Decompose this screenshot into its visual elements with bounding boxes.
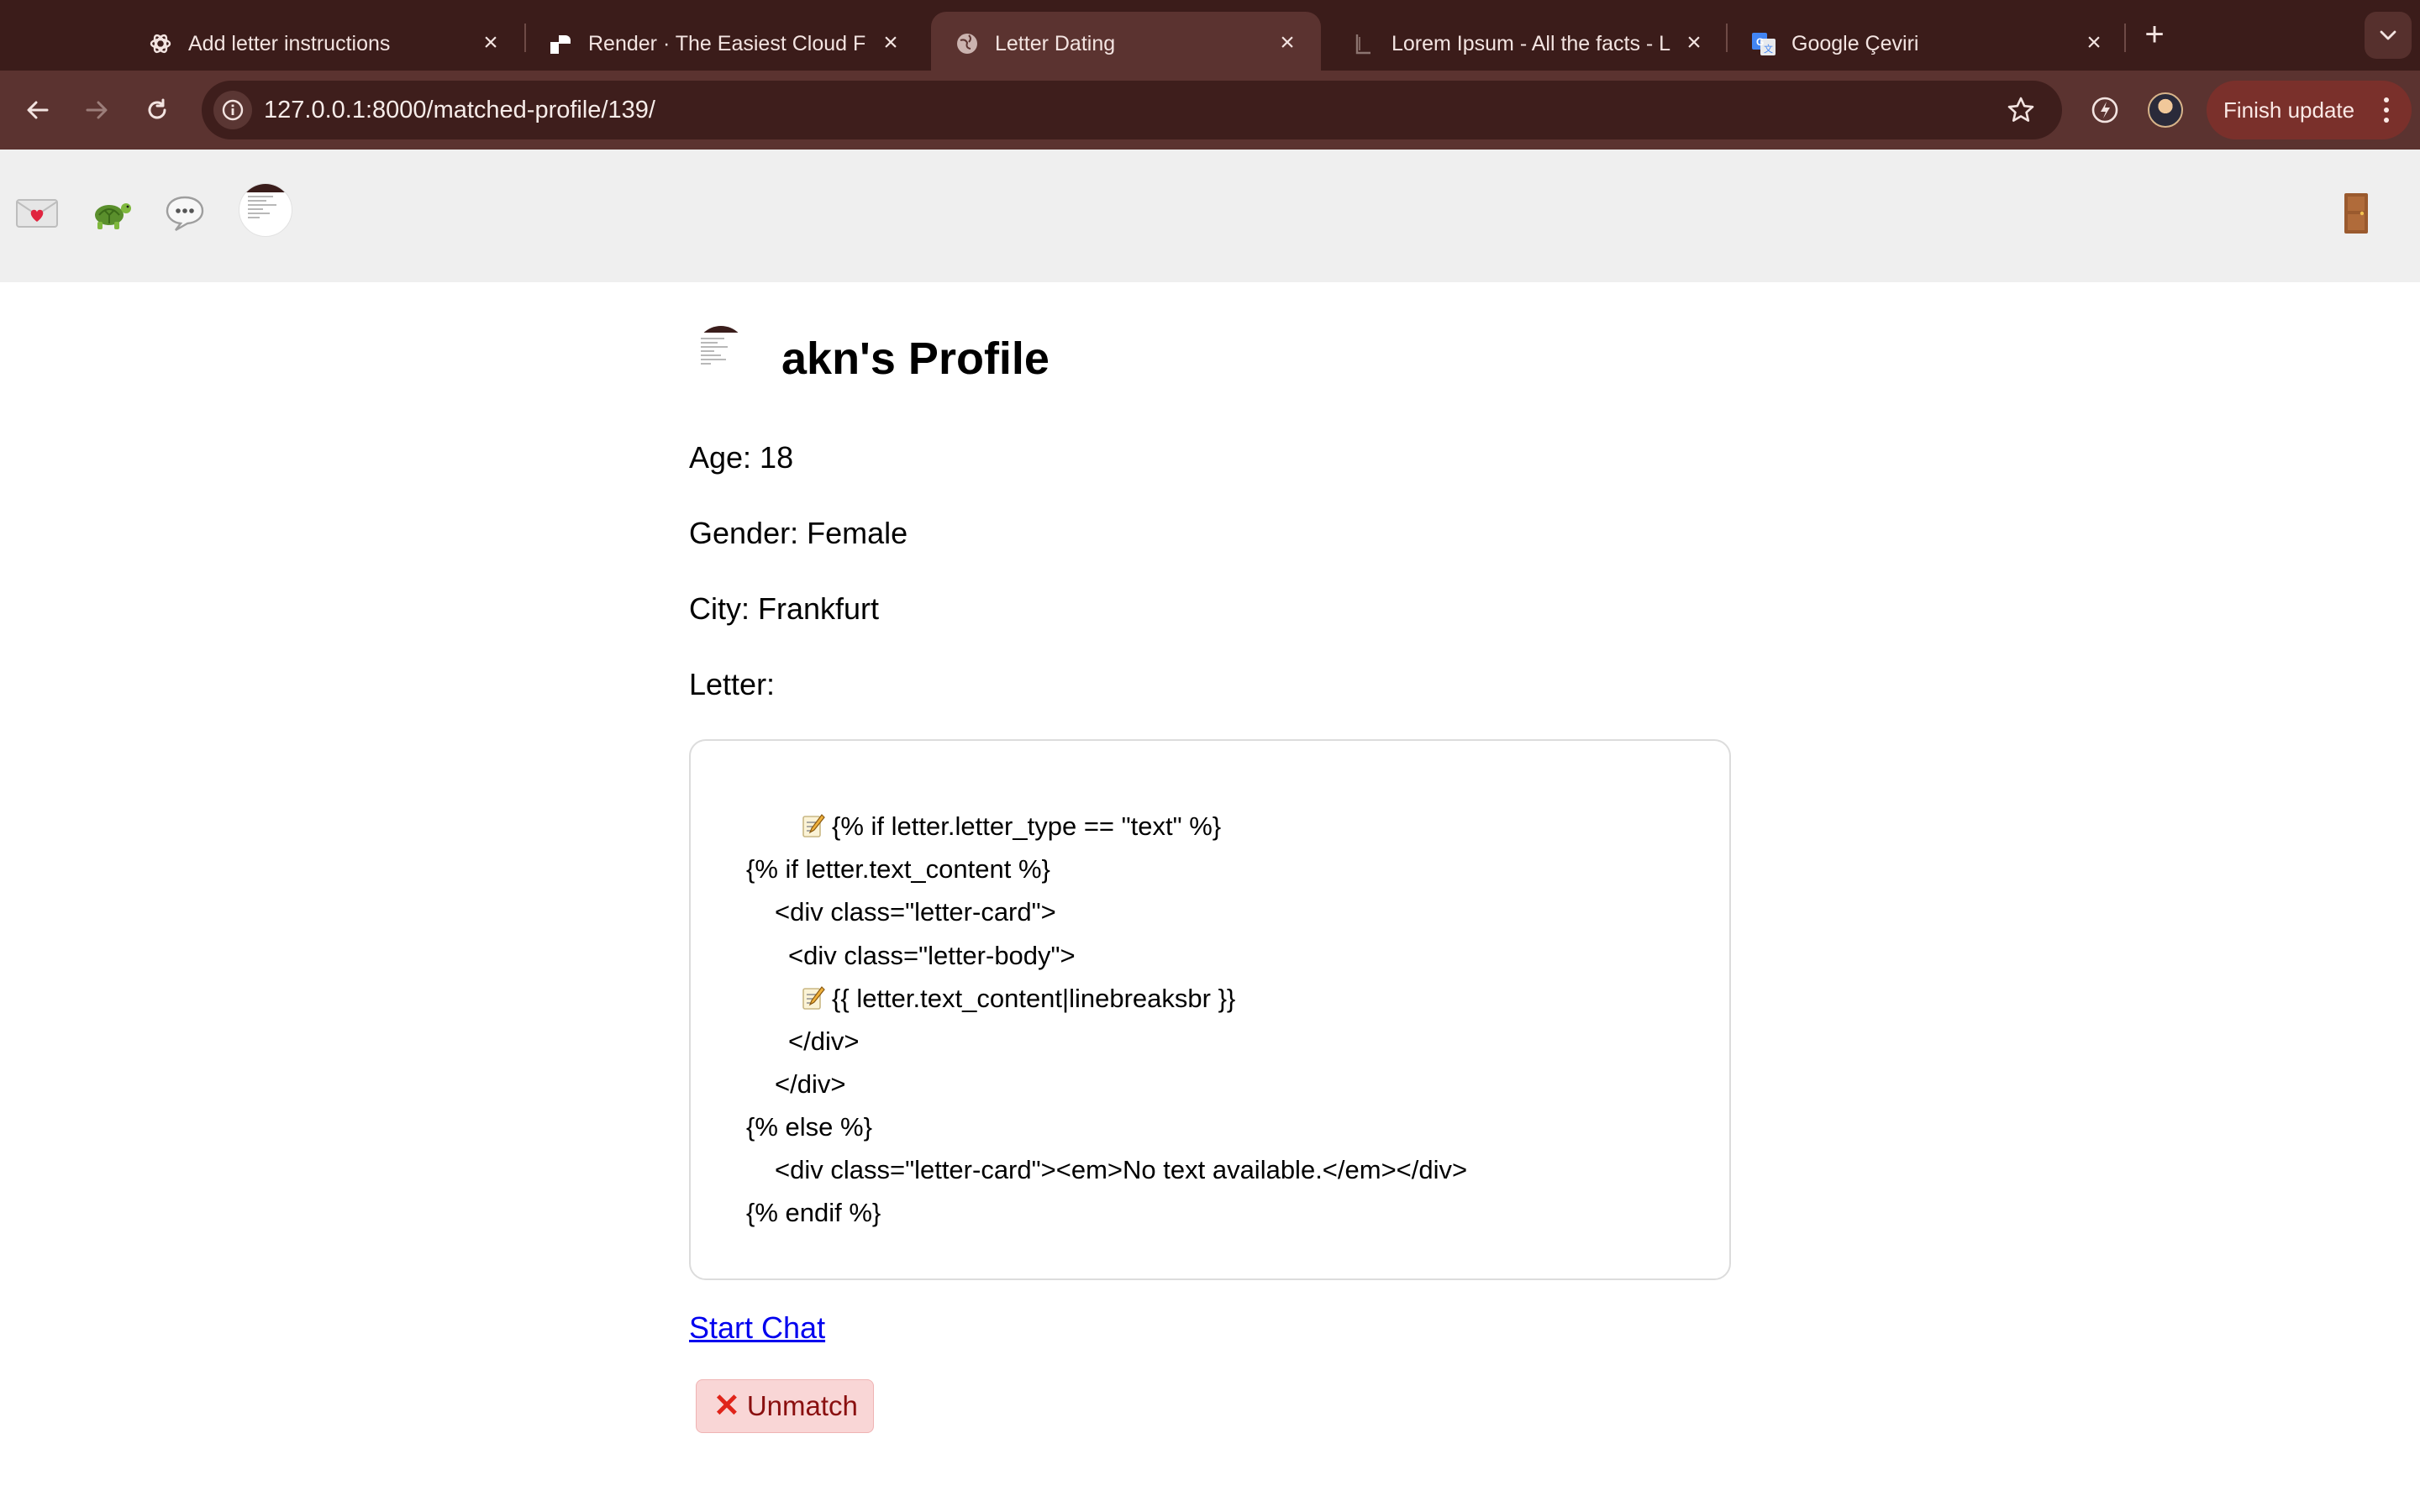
browser-toolbar: 127.0.0.1:8000/matched-profile/139/ Fini… — [0, 71, 2420, 150]
letter-line: <div class="letter-body"> — [788, 941, 1076, 970]
profile-age: Age: 18 — [689, 440, 794, 475]
tab-title: Render · The Easiest Cloud Fo — [588, 32, 865, 55]
letter-line: {{ letter.text_content|linebreaksbr }} — [802, 982, 1235, 1016]
openai-icon — [148, 31, 173, 56]
site-info-icon[interactable] — [213, 91, 252, 129]
tab-lorem-ipsum[interactable]: Lorem Ipsum - All the facts - L × — [1328, 12, 1728, 71]
google-translate-icon: G文 — [1751, 31, 1776, 56]
svg-text:文: 文 — [1764, 43, 1773, 55]
finish-update-button[interactable]: Finish update — [2207, 81, 2412, 139]
reload-icon — [148, 98, 166, 119]
svg-text:G: G — [1756, 36, 1764, 48]
page-title: akn's Profile — [781, 333, 1050, 384]
close-tab-icon[interactable]: × — [1679, 28, 1709, 58]
tab-add-letter-instructions[interactable]: Add letter instructions × — [124, 12, 524, 71]
arrow-left-icon — [27, 101, 49, 119]
performance-icon[interactable] — [2084, 89, 2126, 131]
door-icon[interactable] — [2333, 188, 2380, 239]
profile-header: akn's Profile — [689, 323, 1445, 390]
tab-search-button[interactable] — [2365, 12, 2412, 59]
close-tab-icon[interactable]: × — [476, 28, 506, 58]
globe-icon — [955, 31, 980, 56]
letter-line: </div> — [775, 1069, 846, 1099]
browser-tabstrip: Add letter instructions × Render · The E… — [0, 0, 2420, 71]
address-bar[interactable]: 127.0.0.1:8000/matched-profile/139/ — [202, 81, 2062, 139]
render-icon — [548, 31, 573, 56]
bookmark-star-icon[interactable] — [2005, 94, 2037, 126]
letter-line: <div class="letter-card"> — [775, 897, 1056, 927]
close-tab-icon[interactable]: × — [876, 28, 906, 58]
tab-render[interactable]: Render · The Easiest Cloud Fo × — [524, 12, 924, 71]
letter-line: {% else %} — [746, 1112, 872, 1142]
profile-gender: Gender: Female — [689, 516, 908, 550]
unmatch-label: Unmatch — [746, 1390, 858, 1421]
letter-line: </div> — [788, 1026, 860, 1056]
letter-line: {% endif %} — [746, 1198, 881, 1227]
letter-content-box: {% if letter.letter_type == "text" %} {%… — [689, 739, 1731, 1280]
profile-photo — [696, 326, 746, 386]
profile-avatar-icon[interactable] — [239, 183, 292, 237]
url-text[interactable]: 127.0.0.1:8000/matched-profile/139/ — [264, 96, 655, 124]
speech-bubble-icon[interactable] — [161, 190, 208, 237]
tab-title: Lorem Ipsum - All the facts - L — [1392, 32, 1671, 55]
chevron-down-icon — [2380, 30, 2396, 40]
forward-button[interactable] — [74, 87, 119, 133]
user-avatar — [2148, 92, 2183, 128]
memo-icon — [802, 985, 825, 1011]
profile-city: City: Frankfurt — [689, 591, 880, 626]
menu-kebab-icon[interactable] — [2383, 97, 2390, 123]
letter-line: {% if letter.letter_type == "text" %} — [802, 810, 1221, 843]
close-tab-icon[interactable]: × — [1272, 28, 1302, 58]
finish-update-label: Finish update — [2223, 97, 2355, 123]
start-chat-link[interactable]: Start Chat — [689, 1310, 825, 1346]
tab-title: Add letter instructions — [188, 32, 391, 55]
lipsum-icon — [1351, 31, 1376, 56]
unmatch-button[interactable]: ✕ Unmatch — [696, 1379, 874, 1433]
letter-label: Letter: — [689, 667, 776, 701]
cross-mark-icon: ✕ — [713, 1389, 740, 1424]
letter-line-text: {% if letter.letter_type == "text" %} — [832, 811, 1222, 841]
app-navbar — [0, 150, 2420, 282]
letter-line: <div class="letter-card"><em>No text ava… — [775, 1155, 1468, 1184]
tab-google-ceviri[interactable]: G文 Google Çeviri × — [1728, 12, 2128, 71]
tab-title: Google Çeviri — [1791, 32, 1919, 55]
arrow-right-icon — [86, 101, 108, 119]
letter-line: {% if letter.text_content %} — [746, 854, 1050, 884]
back-button[interactable] — [15, 87, 60, 133]
turtle-icon[interactable] — [87, 190, 134, 237]
close-tab-icon[interactable]: × — [2079, 28, 2109, 58]
tab-title: Letter Dating — [995, 32, 1116, 55]
tab-separator — [2124, 24, 2126, 52]
memo-icon — [802, 813, 825, 838]
new-tab-button[interactable]: + — [2134, 15, 2175, 55]
letter-line-text: {{ letter.text_content|linebreaksbr }} — [832, 984, 1236, 1013]
profile-avatar-button[interactable] — [2144, 89, 2186, 131]
tab-letter-dating[interactable]: Letter Dating × — [931, 12, 1321, 71]
reload-button[interactable] — [134, 87, 180, 133]
love-letter-icon[interactable] — [13, 190, 60, 237]
